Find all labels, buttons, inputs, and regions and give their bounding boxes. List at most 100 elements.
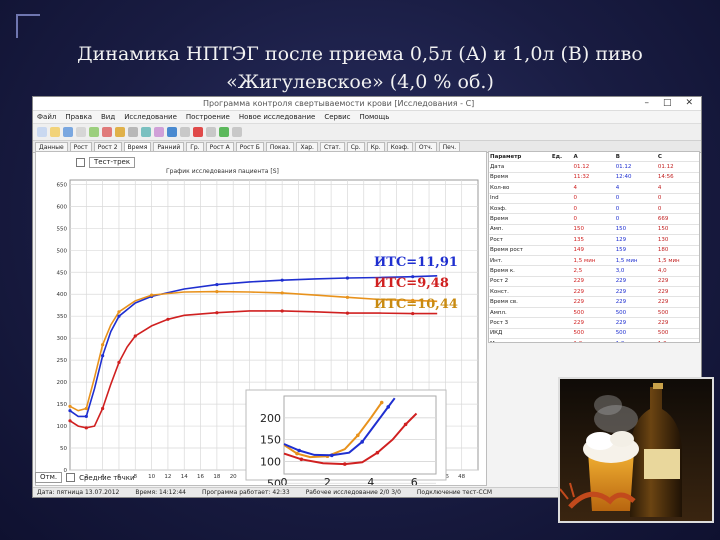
pause-icon[interactable] <box>206 127 216 137</box>
table-row[interactable]: Время 11:32 12:40 14:56 <box>489 172 699 184</box>
table-cell: 500 <box>614 307 657 319</box>
table-row[interactable]: Амп. 150 150 150 <box>489 224 699 236</box>
table-cell: 229 <box>572 286 615 298</box>
table-cell: 150 <box>614 224 657 236</box>
save-icon[interactable] <box>63 127 73 137</box>
inset-y-tick-label: 50 <box>267 477 281 485</box>
table-row[interactable]: Дата 01.12 01.12 01.12 <box>489 161 699 173</box>
table-row[interactable]: Кол-во 4 4 4 <box>489 182 699 194</box>
table-cell <box>550 317 573 329</box>
inset-x-tick-label: 6 <box>411 476 418 485</box>
table-cell: 229 <box>656 276 699 288</box>
table-cell: 0 <box>656 193 699 204</box>
legend-item-orange: ИТС=10,44 <box>374 297 458 312</box>
report-icon[interactable] <box>154 127 164 137</box>
menu-item-6[interactable]: Сервис <box>324 113 350 121</box>
table-cell: 150 <box>572 224 615 236</box>
chart-selector[interactable]: Тест-трек <box>89 157 136 168</box>
parameters-table: Параметр Ед. A B C Дата 01.12 01.12 01.12 Время 11… <box>489 152 699 342</box>
series-point <box>215 311 219 315</box>
copy-icon[interactable] <box>180 127 190 137</box>
table-row[interactable]: Коэф. 0 0 0 <box>489 203 699 215</box>
inset-series-point <box>386 405 391 409</box>
table-cell <box>550 161 573 173</box>
menu-item-5[interactable]: Новое исследование <box>239 113 315 121</box>
open-folder-icon[interactable] <box>50 127 60 137</box>
table-row[interactable]: Ind 0 0 0 <box>489 193 699 204</box>
print-icon[interactable] <box>76 127 86 137</box>
menu-item-3[interactable]: Исследование <box>124 113 177 121</box>
slide-title-line-2: «Жигулевское» (4,0 % об.) <box>226 71 494 93</box>
inset-series-point <box>299 457 304 462</box>
y-tick-label: 350 <box>57 314 68 320</box>
menu-item-0[interactable]: Файл <box>37 113 56 121</box>
slide-title-line-1: Динамика НПТЭГ после приема 0,5л (А) и 1… <box>77 43 643 65</box>
menu-item-2[interactable]: Вид <box>101 113 115 121</box>
table-cell: 1,0 <box>572 338 615 342</box>
table-row[interactable]: Время к. 2,5 3,0 4,0 <box>489 265 699 277</box>
series-point <box>345 276 350 280</box>
table-cell: 01.12 <box>656 161 699 173</box>
table-row[interactable]: ИКД 500 500 500 <box>489 328 699 340</box>
stop-icon[interactable] <box>102 127 112 137</box>
table-header-row: Параметр Ед. A B C <box>489 152 699 163</box>
menu-item-7[interactable]: Помощь <box>359 113 389 121</box>
series-point <box>84 414 88 418</box>
inset-y-tick-label: 200 <box>260 412 281 425</box>
chart: 6506005505004504003503002502001501005002… <box>57 179 479 485</box>
chart-bottom-panel: Отм. Средние точки <box>35 472 135 483</box>
series-point <box>280 278 284 282</box>
table-cell: 12:40 <box>614 172 657 184</box>
table-row[interactable]: Рост 135 129 130 <box>489 234 699 246</box>
table-icon[interactable] <box>141 127 151 137</box>
table-cell: Дата <box>489 161 551 173</box>
cancel-button[interactable]: Отм. <box>35 472 63 483</box>
legend-item-blue: ИТС=11,91 <box>374 255 458 270</box>
chart-selector-checkbox[interactable] <box>76 158 85 167</box>
close-icon[interactable]: ✕ <box>685 98 693 108</box>
settings-icon[interactable] <box>128 127 138 137</box>
maximize-icon[interactable]: □ <box>663 98 672 108</box>
table-cell: 229 <box>572 276 615 288</box>
average-points-checkbox[interactable] <box>66 473 76 482</box>
series-point <box>101 406 105 411</box>
table-row[interactable]: Время 0 0 669 <box>489 213 699 225</box>
play-icon[interactable] <box>219 127 229 137</box>
help-icon[interactable] <box>232 127 242 137</box>
minimize-icon[interactable]: – <box>644 98 649 108</box>
record-icon[interactable] <box>193 127 203 137</box>
table-header-cell: Параметр <box>489 152 551 163</box>
table-row[interactable]: Время рост 149 159 180 <box>489 245 699 256</box>
table-cell: 229 <box>572 296 615 308</box>
legend-item-red: ИТС=9,48 <box>374 276 449 291</box>
table-cell: 4 <box>572 182 615 194</box>
series-point <box>133 334 137 338</box>
chart-header-small: [S] <box>270 168 279 175</box>
table-cell: 1,5 мин <box>572 255 615 267</box>
table-cell: 0 <box>572 203 615 215</box>
chart-icon[interactable] <box>89 127 99 137</box>
menu-item-1[interactable]: Правка <box>65 113 92 121</box>
series-point <box>345 295 350 299</box>
menu-item-4[interactable]: Построение <box>186 113 230 121</box>
table-row[interactable]: Рост 2 229 229 229 <box>489 276 699 288</box>
window-title: Программа контроля свертываемости крови … <box>203 99 475 108</box>
table-row[interactable]: Макс.1,01,01,0 <box>489 338 699 342</box>
table-row[interactable]: Конст. 229 229 229 <box>489 286 699 298</box>
beer-photo-image <box>560 379 712 521</box>
table-row[interactable]: Время св. 229 229 229 <box>489 296 699 308</box>
table-cell: 1,5 мин <box>614 255 657 267</box>
x-tick-label: 20 <box>230 474 237 480</box>
x-tick-label: 10 <box>148 474 155 480</box>
zoom-icon[interactable] <box>115 127 125 137</box>
series-point <box>150 293 154 297</box>
table-row[interactable]: Рост 3 229 229 229 <box>489 317 699 329</box>
table-row[interactable]: Инт. 1,5 мин 1,5 мин 1,5 мин <box>489 255 699 267</box>
table-cell: 4,0 <box>656 265 699 277</box>
table-row[interactable]: Ампл. 500 500 500 <box>489 307 699 319</box>
table-cell: 229 <box>656 296 699 308</box>
refresh-icon[interactable] <box>167 127 177 137</box>
table-cell: 135 <box>572 234 615 246</box>
new-file-icon[interactable] <box>37 127 47 137</box>
table-cell: 14:56 <box>656 172 699 184</box>
